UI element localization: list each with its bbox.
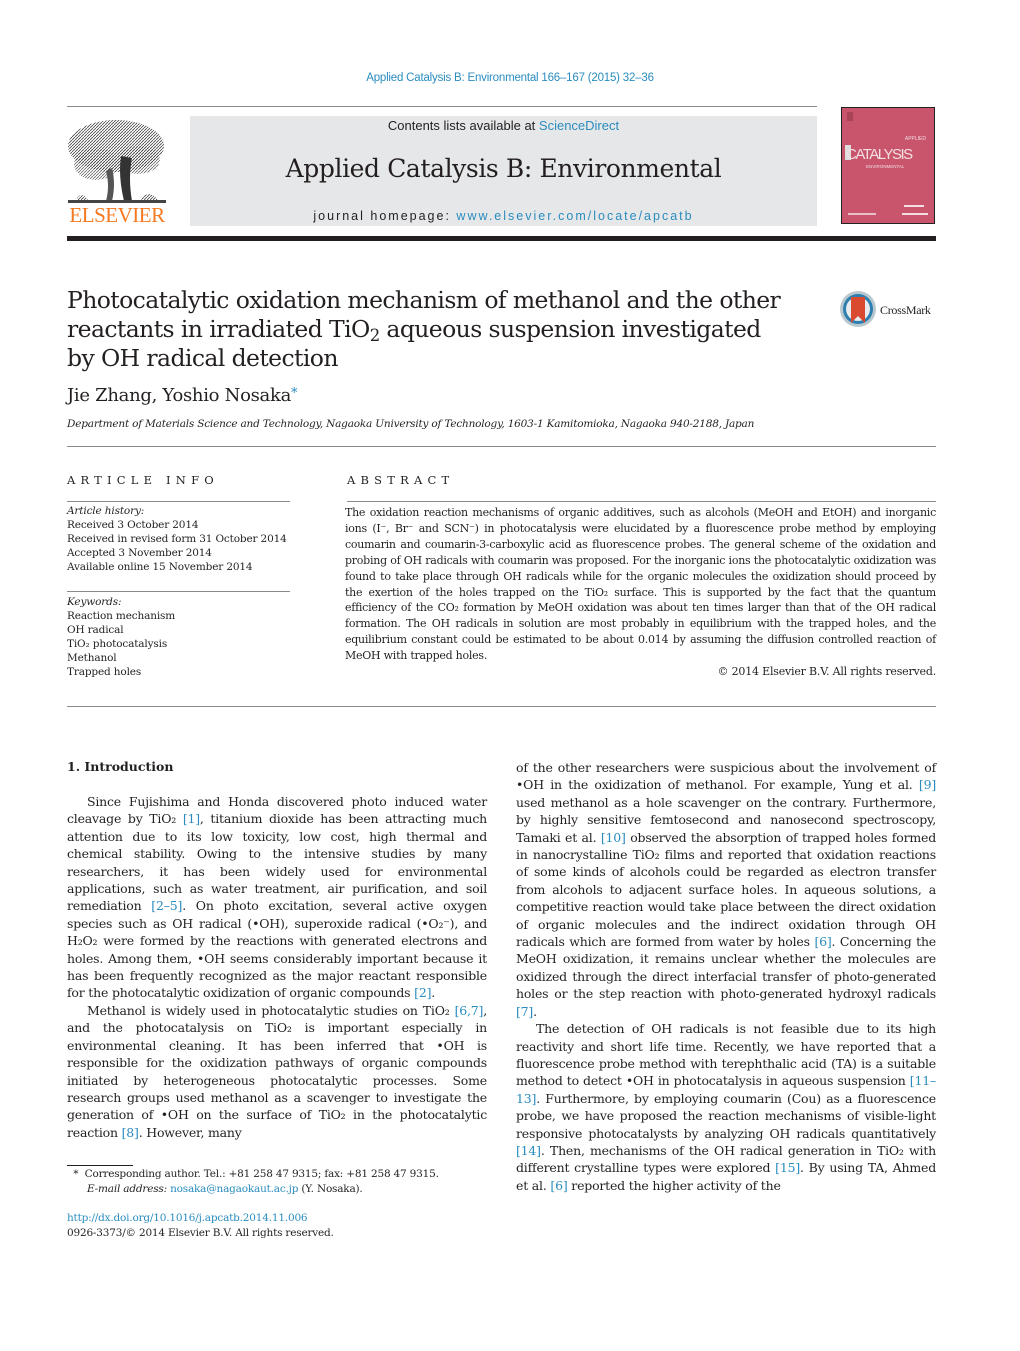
journal-citation[interactable]: Applied Catalysis B: Environmental 166–1…	[0, 72, 1020, 84]
cover-subtitle: ENVIRONMENTAL	[866, 164, 905, 169]
footnote: * Corresponding author. Tel.: +81 258 47…	[67, 1167, 439, 1197]
history-label: Article history:	[67, 505, 145, 517]
divider	[67, 501, 290, 502]
abstract-heading: ABSTRACT	[347, 473, 455, 487]
body-column-right: of the other researchers were suspicious…	[516, 759, 936, 1194]
cover-decoration	[902, 213, 928, 215]
homepage-line: journal homepage: www.elsevier.com/locat…	[313, 209, 694, 223]
divider	[67, 106, 817, 107]
keyword-item: OH radical	[67, 624, 124, 637]
keywords: Keywords: Reaction mechanism OH radical …	[67, 595, 175, 680]
abstract-copyright: © 2014 Elsevier B.V. All rights reserved…	[717, 665, 937, 678]
citation-link[interactable]: [2]	[414, 985, 431, 1000]
affiliation: Department of Materials Science and Tech…	[67, 418, 755, 430]
divider	[67, 446, 936, 447]
article-title: Photocatalytic oxidation mechanism of me…	[67, 286, 781, 372]
cover-publisher-logo	[847, 112, 853, 121]
citation-link[interactable]: [15]	[775, 1160, 800, 1175]
divider	[67, 591, 290, 592]
article-history: Article history: Received 3 October 2014…	[67, 504, 287, 574]
author-list: Jie Zhang, Yoshio Nosaka*	[67, 385, 298, 406]
keyword-item: TiO₂ photocatalysis	[67, 638, 168, 651]
section-heading: 1. Introduction	[67, 759, 174, 774]
citation-link[interactable]: [6,7]	[455, 1003, 484, 1018]
body-paragraph: of the other researchers were suspicious…	[516, 760, 936, 1019]
cover-top-text: APPLIED	[904, 136, 926, 142]
doi-block: http://dx.doi.org/10.1016/j.apcatb.2014.…	[67, 1211, 334, 1241]
citation-link[interactable]: [8]	[122, 1125, 139, 1140]
citation-link[interactable]: [9]	[919, 777, 936, 792]
body-paragraph: Since Fujishima and Honda discovered pho…	[67, 794, 487, 1001]
issn-copyright: 0926-3373/© 2014 Elsevier B.V. All right…	[67, 1227, 334, 1239]
crossmark-label: CrossMark	[880, 303, 931, 317]
cover-decoration	[904, 205, 924, 207]
history-item: Received in revised form 31 October 2014	[67, 533, 287, 546]
corresponding-author-note: * Corresponding author. Tel.: +81 258 47…	[73, 1168, 439, 1180]
body-column-left: Since Fujishima and Honda discovered pho…	[67, 793, 487, 1141]
header-divider	[67, 236, 936, 241]
citation-link[interactable]: [1]	[183, 811, 200, 826]
email-note: E-mail address: nosaka@nagaokaut.ac.jp (…	[87, 1183, 363, 1195]
citation-link[interactable]: [10]	[601, 830, 626, 845]
citation-link[interactable]: [6]	[550, 1178, 567, 1193]
keyword-item: Reaction mechanism	[67, 610, 176, 623]
contents-line: Contents lists available at ScienceDirec…	[387, 118, 620, 133]
divider	[347, 501, 936, 502]
body-paragraph: Methanol is widely used in photocatalyti…	[67, 1002, 487, 1140]
article-info-heading: ARTICLE INFO	[67, 473, 219, 487]
crossmark-badge[interactable]: CrossMark	[839, 290, 939, 330]
footnote-divider	[67, 1165, 133, 1166]
journal-title: Applied Catalysis B: Environmental	[285, 154, 722, 183]
journal-banner: Contents lists available at ScienceDirec…	[190, 116, 817, 226]
abstract-text: The oxidation reaction mechanisms of org…	[345, 506, 936, 663]
cover-title: CATALYSIS	[846, 146, 913, 163]
keyword-item: Trapped holes	[67, 666, 142, 679]
corresponding-author-mark[interactable]: *	[291, 386, 298, 401]
body-paragraph: The detection of OH radicals is not feas…	[516, 1021, 936, 1193]
journal-cover-image[interactable]: APPLIED CATALYSIS ENVIRONMENTAL	[841, 107, 935, 224]
crossmark-icon	[840, 291, 876, 327]
publisher-name: ELSEVIER	[69, 203, 165, 227]
journal-homepage-link[interactable]: www.elsevier.com/locate/apcatb	[456, 209, 693, 223]
cover-decoration	[848, 213, 876, 215]
citation-link[interactable]: [2–5]	[151, 898, 182, 913]
tree-icon	[68, 120, 166, 203]
history-item: Received 3 October 2014	[67, 519, 199, 532]
keywords-label: Keywords:	[67, 596, 122, 608]
keyword-item: Methanol	[67, 652, 117, 665]
sciencedirect-link[interactable]: ScienceDirect	[539, 118, 619, 133]
elsevier-logo[interactable]: ELSEVIER	[66, 116, 168, 228]
history-item: Available online 15 November 2014	[67, 561, 253, 574]
divider	[67, 706, 936, 707]
citation-link[interactable]: [11–13]	[516, 1073, 936, 1105]
citation-link[interactable]: [6]	[814, 934, 831, 949]
history-item: Accepted 3 November 2014	[67, 547, 212, 560]
citation-link[interactable]: [7]	[516, 1004, 533, 1019]
email-link[interactable]: nosaka@nagaokaut.ac.jp	[170, 1183, 298, 1195]
doi-link[interactable]: http://dx.doi.org/10.1016/j.apcatb.2014.…	[67, 1212, 308, 1224]
citation-link[interactable]: [14]	[516, 1143, 541, 1158]
